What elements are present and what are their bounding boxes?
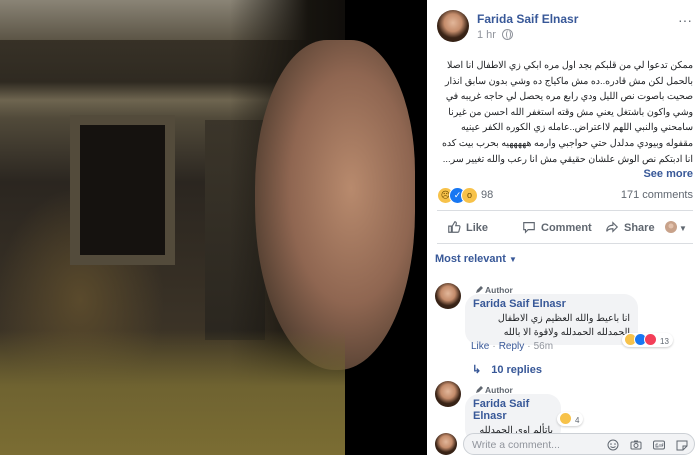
comment-bubble-icon <box>523 222 535 234</box>
post-panel: Farida Saif Elnasr 1 hr ··· ممكن تدعوا ل… <box>427 0 700 455</box>
gif-icon[interactable] <box>653 439 666 451</box>
post-actions: Like Comment Share ▼ <box>437 216 693 240</box>
photo-window <box>70 115 175 265</box>
photo-face <box>255 40 415 370</box>
comment-author-link[interactable]: Farida Saif Elnasr <box>473 298 630 310</box>
replies-count: 10 replies <box>491 364 542 376</box>
share-arrow-icon <box>606 221 619 233</box>
meta-separator: · <box>492 341 496 352</box>
post-header: Farida Saif Elnasr 1 hr ··· <box>437 8 692 44</box>
comment-reply-link[interactable]: Reply <box>499 341 525 352</box>
comment-input-placeholder: Write a comment... <box>472 439 560 451</box>
share-button[interactable]: Share <box>605 220 655 236</box>
sad-reaction-icon <box>559 412 572 425</box>
comment-reaction-count: 13 <box>660 337 669 346</box>
like-label: Like <box>466 222 489 234</box>
chevron-down-icon: ▼ <box>679 224 687 233</box>
comment-count-link[interactable]: 171 comments <box>621 189 693 201</box>
wow-reaction-icon[interactable]: o <box>461 187 478 204</box>
see-more-link[interactable]: See more <box>643 168 693 180</box>
post-body: ممكن تدعوا لي من قلبكم بجد اول مره ابكي … <box>441 59 693 164</box>
comment-label: Comment <box>541 222 592 234</box>
comment-reaction-count: 4 <box>575 416 580 425</box>
comment-meta: Like · Reply · 56m <box>471 341 553 352</box>
pencil-icon <box>476 286 483 293</box>
comment-sort-label: Most relevant <box>435 253 506 265</box>
author-avatar[interactable] <box>437 10 469 42</box>
commenter-avatar[interactable] <box>435 283 461 309</box>
share-label: Share <box>624 222 655 234</box>
viewer-avatar-icon <box>665 221 677 233</box>
view-replies-link[interactable]: ↳ 10 replies <box>472 363 542 376</box>
comment-reactions[interactable]: 4 <box>557 412 584 426</box>
photo-shirt <box>0 330 345 455</box>
author-name-link[interactable]: Farida Saif Elnasr <box>477 12 578 26</box>
globe-icon <box>502 29 514 40</box>
post-text: ممكن تدعوا لي من قلبكم بجد اول مره ابكي … <box>437 57 693 183</box>
comment-author-link[interactable]: Farida Saif Elnasr <box>473 398 553 422</box>
comment-like-link[interactable]: Like <box>471 341 489 352</box>
comment-sort-dropdown[interactable]: Most relevant ▼ <box>435 253 517 265</box>
reaction-as-selector[interactable]: ▼ <box>665 220 687 236</box>
chevron-down-icon: ▼ <box>508 255 517 264</box>
comment-button[interactable]: Comment <box>522 220 592 236</box>
comment-bubble: Farida Saif Elnasr انا باعيط والله العظي… <box>465 294 638 345</box>
comment-reactions[interactable]: 13 <box>622 333 673 347</box>
emoji-icon[interactable] <box>607 439 619 451</box>
meta-separator: · <box>527 341 531 352</box>
write-comment-row: Write a comment... <box>435 431 697 455</box>
love-reaction-icon <box>644 333 657 346</box>
post-time-text: 1 hr <box>477 29 496 41</box>
reactions-summary: ☹ ✓ o 98 171 comments <box>437 186 693 206</box>
photo-viewer[interactable] <box>0 0 427 455</box>
comment-timestamp[interactable]: 56m <box>534 341 553 352</box>
divider <box>437 210 693 211</box>
sticker-icon[interactable] <box>676 439 688 451</box>
reply-arrow-icon: ↳ <box>472 364 482 376</box>
comment-text: انا باعيط والله العظيم زي الاطفال الحمدل… <box>497 313 630 338</box>
like-button[interactable]: Like <box>447 220 488 236</box>
comment-input-tools <box>599 439 688 455</box>
pencil-icon <box>476 386 483 393</box>
more-options-icon[interactable]: ··· <box>678 12 692 28</box>
viewer-avatar <box>435 433 457 455</box>
thumbs-up-icon <box>448 221 461 233</box>
post-timestamp[interactable]: 1 hr <box>477 29 514 41</box>
commenter-avatar[interactable] <box>435 381 461 407</box>
reaction-count[interactable]: 98 <box>481 189 493 201</box>
comment-input[interactable]: Write a comment... <box>463 433 695 455</box>
camera-icon[interactable] <box>630 439 642 451</box>
divider <box>437 243 693 244</box>
